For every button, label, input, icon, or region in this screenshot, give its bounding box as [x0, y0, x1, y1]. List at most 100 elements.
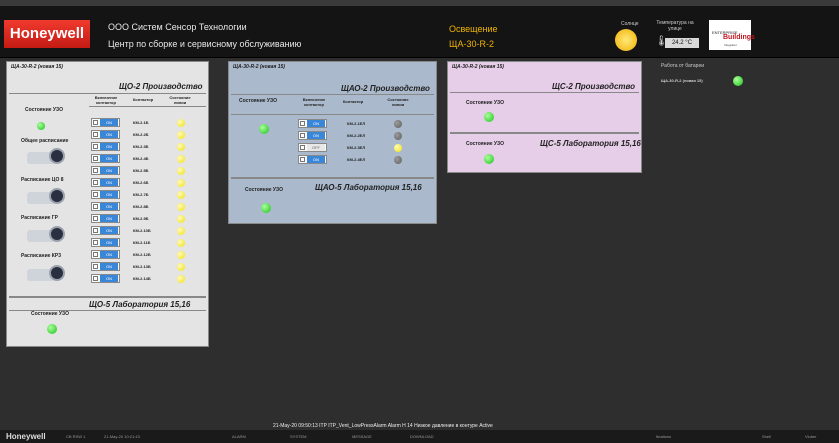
divider — [89, 106, 206, 107]
line-state-indicator — [177, 203, 185, 211]
contactor-label: КМ-2.3Б — [133, 144, 149, 149]
contactor-switch[interactable]: OFF — [298, 143, 327, 152]
contactor-label: КМ-2.2ЕЛ — [347, 133, 366, 138]
company-name: ООО Систем Сенсор Технологии — [108, 22, 247, 32]
battery-indicator — [733, 76, 743, 86]
panel-title: ЩАО-2 Производство — [341, 84, 430, 93]
contactor-switch[interactable]: ON — [91, 118, 120, 127]
contactor-label: КМ-2.6Б — [133, 180, 149, 185]
alarm-button[interactable]: ALARM — [232, 434, 246, 439]
panel-shchS2[interactable]: ЩА-30-R-2 (новая 15) ЩС-2 Производство С… — [447, 61, 642, 173]
line-state-indicator — [177, 275, 185, 283]
schedule-clock-icon[interactable] — [27, 148, 65, 166]
line-state-indicator — [177, 263, 185, 271]
line-state-indicator — [177, 167, 185, 175]
divider — [9, 93, 206, 94]
panel-shchO2[interactable]: ЩА-30-R-2 (новая 15) ЩО-2 Производство В… — [6, 61, 209, 347]
contactor-label: КМ-2.10Б — [133, 228, 151, 233]
divider — [231, 94, 434, 95]
battery-item: ЩА-30-R-2 (новая 15) — [661, 78, 703, 83]
panel-tag: ЩА-30-R-2 (новая 15) — [233, 64, 285, 70]
contactor-switch[interactable]: ON — [91, 274, 120, 283]
contactor-switch[interactable]: ON — [91, 214, 120, 223]
contactor-switch[interactable]: ON — [298, 131, 327, 140]
line-state-indicator — [177, 251, 185, 259]
line-state-indicator — [177, 179, 185, 187]
uzo-label: Состояние УЗО — [466, 141, 504, 147]
panel-tag: ЩА-30-R-2 (новая 15) — [11, 64, 63, 70]
footer-right-item[interactable]: Shell — [762, 434, 771, 439]
contactor-switch[interactable]: ON — [91, 262, 120, 271]
footer-bar: Honeywell CB RSW 1 21-May-20 10:21:43 AL… — [0, 430, 839, 443]
sub-title: ЩАО-5 Лаборатория 15,16 — [315, 183, 422, 192]
uzo-indicator — [259, 124, 269, 134]
schedule-clock-icon[interactable] — [27, 188, 65, 206]
line-state-indicator — [394, 120, 402, 128]
uzo-indicator — [484, 154, 494, 164]
ebi-logo: ENTERPRISE Buildings Integrator — [709, 20, 755, 50]
divider — [231, 177, 434, 179]
uzo-label: Состояние УЗО — [31, 311, 69, 317]
line-state-indicator — [177, 131, 185, 139]
download-button[interactable]: DOWNLOAD — [410, 434, 434, 439]
col-header-contactor: Контактор — [342, 99, 364, 104]
contactor-switch[interactable]: ON — [91, 178, 120, 187]
message-button[interactable]: MESSAGE — [352, 434, 372, 439]
center-name: Центр по сборке и сервисному обслуживани… — [108, 39, 302, 49]
contactor-switch[interactable]: ON — [298, 119, 327, 128]
divider — [231, 114, 434, 115]
schedule-clock-icon[interactable] — [27, 226, 65, 244]
schedule-label: Расписание ЦО 8 — [21, 177, 64, 183]
contactor-switch[interactable]: ON — [91, 238, 120, 247]
contactor-switch[interactable]: ON — [298, 155, 327, 164]
uzo-indicator — [47, 324, 57, 334]
contactor-label: КМ-2.3ЕЛ — [347, 145, 366, 150]
schedule-clock-icon[interactable] — [27, 265, 65, 283]
contactor-label: КМ-2.1Б — [133, 120, 149, 125]
top-strip — [0, 0, 839, 6]
sun-icon — [615, 29, 637, 51]
sub-title: ЩО-5 Лаборатория 15,16 — [89, 300, 191, 309]
col-header-state: Состояние линии — [169, 95, 191, 105]
line-state-indicator — [177, 143, 185, 151]
sub-title: ЩС-5 Лаборатория 15,16 — [540, 139, 641, 148]
footer-right-item[interactable]: Iteations — [656, 434, 671, 439]
line-state-indicator — [177, 119, 185, 127]
line-state-indicator — [177, 155, 185, 163]
panel-title: ЩО-2 Производство — [119, 82, 203, 91]
alarm-line[interactable]: 21-May-20 09:50:13 ITP ITP_Vent_LowPress… — [273, 423, 493, 429]
contactor-label: КМ-2.4ЕЛ — [347, 157, 366, 162]
contactor-label: КМ-2.5Б — [133, 168, 149, 173]
uzo-indicator — [261, 203, 271, 213]
contactor-switch[interactable]: ON — [91, 166, 120, 175]
contactor-switch[interactable]: ON — [91, 226, 120, 235]
contactor-label: КМ-2.4Б — [133, 156, 149, 161]
contactor-switch[interactable]: ON — [91, 250, 120, 259]
contactor-label: КМ-2.7Б — [133, 192, 149, 197]
line-state-indicator — [177, 227, 185, 235]
contactor-switch[interactable]: ON — [91, 202, 120, 211]
contactor-switch[interactable]: ON — [91, 142, 120, 151]
contactor-label: КМ-2.13Б — [133, 264, 151, 269]
line-state-indicator — [394, 132, 402, 140]
uzo-indicator — [484, 112, 494, 122]
col-header-enable: Включение контактор — [94, 95, 118, 105]
contactor-switch[interactable]: ON — [91, 130, 120, 139]
footer-logo: Honeywell — [6, 432, 46, 441]
divider — [450, 92, 639, 93]
system-title: Освещение — [449, 24, 498, 34]
contactor-label: КМ-2.14Б — [133, 276, 151, 281]
sun-label: Солнце — [621, 21, 639, 27]
line-state-indicator — [394, 156, 402, 164]
contactor-switch[interactable]: ON — [91, 154, 120, 163]
contactor-label: КМ-2.8Б — [133, 204, 149, 209]
system-button[interactable]: SYSTEM — [290, 434, 306, 439]
col-header-state: Состояние линии — [387, 97, 409, 107]
uzo-label: Состояние УЗО — [245, 187, 283, 193]
footer-right-item[interactable]: Viuber — [805, 434, 817, 439]
ebi-logo-line2: Buildings — [723, 34, 755, 41]
panel-shchAO2[interactable]: ЩА-30-R-2 (новая 15) ЩАО-2 Производство … — [228, 61, 437, 224]
contactor-switch[interactable]: ON — [91, 190, 120, 199]
panel-title: ЩС-2 Производство — [552, 82, 636, 91]
cabinet-title: ЩА-30-R-2 — [449, 39, 494, 49]
